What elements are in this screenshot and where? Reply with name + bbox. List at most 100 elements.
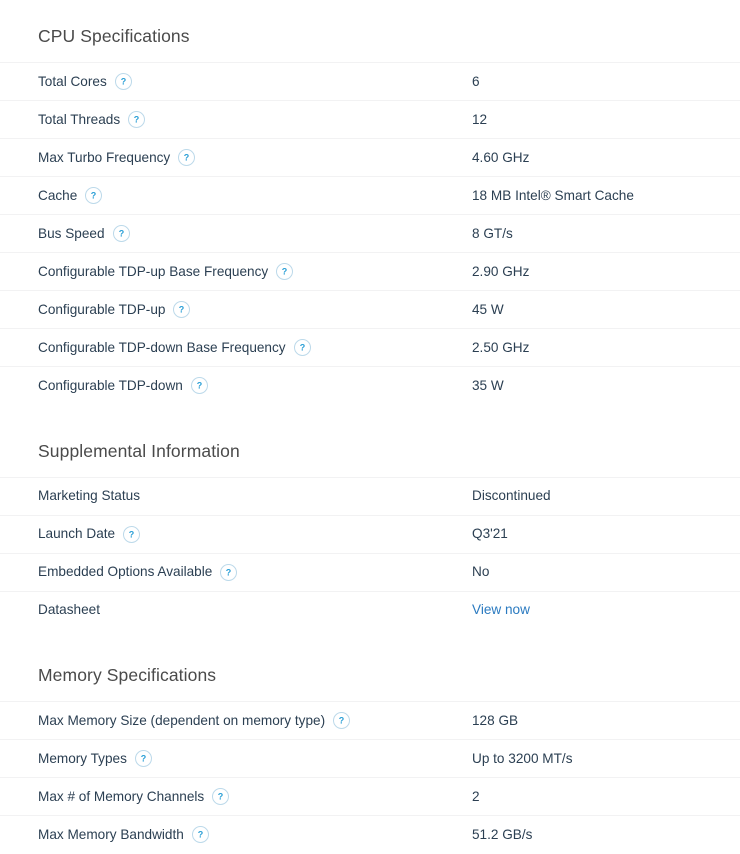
spec-value-cell: 4.60 GHz	[472, 139, 740, 177]
spec-label-cell: Max Memory Size (dependent on memory typ…	[0, 702, 472, 740]
spec-value: 2.50 GHz	[472, 340, 529, 355]
table-row: Configurable TDP-up?45 W	[0, 291, 740, 329]
spec-label-cell: Configurable TDP-down?	[0, 367, 472, 405]
spec-label: Cache	[38, 187, 77, 205]
spec-value-cell: 18 MB Intel® Smart Cache	[472, 177, 740, 215]
svg-text:?: ?	[134, 114, 140, 124]
table-row: Configurable TDP-up Base Frequency?2.90 …	[0, 253, 740, 291]
question-mark-circle-icon[interactable]: ?	[173, 301, 190, 318]
question-mark-circle-icon[interactable]: ?	[220, 564, 237, 581]
svg-text:?: ?	[339, 715, 345, 725]
spec-label-cell: Cache?	[0, 177, 472, 215]
spec-label: Memory Types	[38, 750, 127, 768]
spec-label-cell: Max Turbo Frequency?	[0, 139, 472, 177]
spec-value-cell: 2	[472, 778, 740, 816]
spec-label: Configurable TDP-down	[38, 377, 183, 395]
spec-value: 12	[472, 112, 487, 127]
spec-value: 2	[472, 789, 480, 804]
spec-section: CPU SpecificationsTotal Cores?6Total Thr…	[0, 18, 740, 405]
question-mark-circle-icon[interactable]: ?	[113, 225, 130, 242]
svg-text:?: ?	[184, 152, 190, 162]
spec-value-cell: 35 W	[472, 367, 740, 405]
spec-value: 8 GT/s	[472, 226, 513, 241]
question-mark-circle-icon[interactable]: ?	[123, 526, 140, 543]
spec-value-cell: Q3'21	[472, 515, 740, 553]
spec-label-cell: Max # of Memory Channels?	[0, 778, 472, 816]
spec-value-link[interactable]: View now	[472, 602, 530, 617]
spec-value-cell: 8 GT/s	[472, 215, 740, 253]
spec-label-cell: Embedded Options Available?	[0, 553, 472, 591]
spec-value: 4.60 GHz	[472, 150, 529, 165]
section-title: CPU Specifications	[0, 18, 740, 62]
spec-value-cell: 45 W	[472, 291, 740, 329]
spec-value: 6	[472, 74, 480, 89]
spec-label-cell: Total Cores?	[0, 63, 472, 101]
spec-label: Max Memory Bandwidth	[38, 826, 184, 844]
table-row: Total Cores?6	[0, 63, 740, 101]
spec-label-cell: Total Threads?	[0, 101, 472, 139]
svg-text:?: ?	[226, 567, 232, 577]
product-specifications-page: CPU SpecificationsTotal Cores?6Total Thr…	[0, 0, 740, 854]
spec-value: 128 GB	[472, 713, 518, 728]
svg-text:?: ?	[141, 753, 147, 763]
svg-text:?: ?	[129, 529, 135, 539]
spec-label: Datasheet	[38, 601, 100, 619]
section-title: Supplemental Information	[0, 433, 740, 477]
spec-value: 51.2 GB/s	[472, 827, 532, 842]
question-mark-circle-icon[interactable]: ?	[128, 111, 145, 128]
spec-value: 45 W	[472, 302, 504, 317]
spec-value: Discontinued	[472, 488, 551, 503]
question-mark-circle-icon[interactable]: ?	[192, 826, 209, 843]
svg-text:?: ?	[118, 228, 124, 238]
spec-label-cell: Launch Date?	[0, 515, 472, 553]
spec-label: Total Threads	[38, 111, 120, 129]
spec-label-wrap: Marketing Status	[38, 487, 472, 505]
spec-table: Total Cores?6Total Threads?12Max Turbo F…	[0, 62, 740, 405]
spec-label: Total Cores	[38, 73, 107, 91]
svg-text:?: ?	[197, 381, 203, 391]
spec-value: Q3'21	[472, 526, 508, 541]
spec-label: Embedded Options Available	[38, 563, 212, 581]
spec-label-cell: Configurable TDP-up Base Frequency?	[0, 253, 472, 291]
spec-value: Up to 3200 MT/s	[472, 751, 573, 766]
spec-label: Launch Date	[38, 525, 115, 543]
spec-value-cell: 128 GB	[472, 702, 740, 740]
spec-value-cell: 12	[472, 101, 740, 139]
spec-label-wrap: Bus Speed?	[38, 225, 472, 243]
table-row: Launch Date?Q3'21	[0, 515, 740, 553]
spec-label-cell: Configurable TDP-up?	[0, 291, 472, 329]
spec-section: Memory Specifications Max Memory Size (de…	[0, 657, 740, 854]
spec-value-cell: Discontinued	[472, 477, 740, 515]
table-row: Configurable TDP-down?35 W	[0, 367, 740, 405]
spec-label: Bus Speed	[38, 225, 105, 243]
spec-value-cell: No	[472, 553, 740, 591]
spec-label-wrap: Total Threads?	[38, 111, 472, 129]
table-row: Embedded Options Available?No	[0, 553, 740, 591]
question-mark-circle-icon[interactable]: ?	[333, 712, 350, 729]
question-mark-circle-icon[interactable]: ?	[191, 377, 208, 394]
question-mark-circle-icon[interactable]: ?	[212, 788, 229, 805]
spec-label: Configurable TDP-up Base Frequency	[38, 263, 268, 281]
svg-text:?: ?	[218, 791, 224, 801]
spec-value-cell: View now	[472, 591, 740, 629]
question-mark-circle-icon[interactable]: ?	[276, 263, 293, 280]
spec-table: Marketing StatusDiscontinued Launch Date?…	[0, 477, 740, 630]
spec-value: 35 W	[472, 378, 504, 393]
table-row: Memory Types? Up to 3200 MT/s	[0, 740, 740, 778]
svg-text:?: ?	[91, 190, 97, 200]
spec-label-wrap: Configurable TDP-down Base Frequency?	[38, 339, 472, 357]
spec-label-wrap: Configurable TDP-up?	[38, 301, 472, 319]
svg-text:?: ?	[299, 342, 305, 352]
spec-label: Max Memory Size (dependent on memory typ…	[38, 712, 325, 730]
question-mark-circle-icon[interactable]: ?	[85, 187, 102, 204]
svg-text:?: ?	[198, 830, 204, 840]
question-mark-circle-icon[interactable]: ?	[178, 149, 195, 166]
question-mark-circle-icon[interactable]: ?	[115, 73, 132, 90]
spec-value: 18 MB Intel® Smart Cache	[472, 188, 634, 203]
section-title: Memory Specifications	[0, 657, 740, 701]
question-mark-circle-icon[interactable]: ?	[135, 750, 152, 767]
spec-label-cell: Bus Speed?	[0, 215, 472, 253]
spec-label: Max # of Memory Channels	[38, 788, 204, 806]
question-mark-circle-icon[interactable]: ?	[294, 339, 311, 356]
spec-label-wrap: Launch Date?	[38, 525, 472, 543]
